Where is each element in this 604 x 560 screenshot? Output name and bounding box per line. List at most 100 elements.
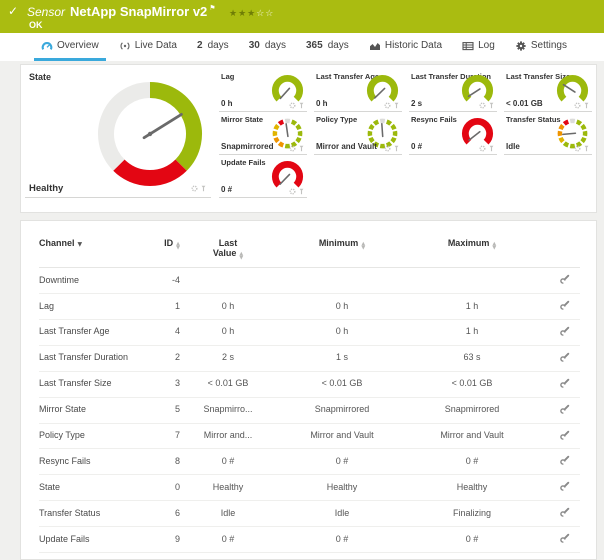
gauge-label: State [29, 72, 52, 82]
channel-maximum: 1 h [465, 300, 479, 311]
pin-icon[interactable] [298, 145, 305, 152]
channel-minimum: 1 s [335, 352, 348, 363]
pin-icon[interactable] [298, 188, 305, 195]
gauge-tile-last-transfer-age[interactable]: Last Transfer Age 0 h [314, 70, 402, 112]
tab-historic-data[interactable]: Historic Data [362, 33, 449, 61]
gauge-tile-mirror-state[interactable]: Mirror State Snapmirrored [219, 113, 307, 155]
channel-id: 5 [174, 404, 180, 415]
channel-last-value: Mirror and... [203, 430, 253, 441]
gauge-tile-update-fails[interactable]: Update Fails 0 # [219, 156, 307, 198]
tab-log[interactable]: Log [455, 33, 502, 61]
channel-last-value: Healthy [212, 481, 244, 492]
gauge-tile-transfer-status[interactable]: Transfer Status Idle [504, 113, 592, 155]
column-header-channel[interactable]: Channel ▼ [39, 233, 144, 268]
tab-overview[interactable]: Overview [34, 33, 106, 61]
gear-icon[interactable] [479, 145, 486, 152]
column-header-last-value[interactable]: Last Value ▲ ▼ [180, 233, 276, 268]
pin-icon[interactable] [298, 102, 305, 109]
channel-settings-wrench-icon[interactable] [560, 455, 570, 468]
pin-icon[interactable] [583, 102, 590, 109]
pin-icon[interactable] [393, 145, 400, 152]
channel-id: 1 [174, 300, 180, 311]
gear-icon[interactable] [289, 188, 296, 195]
gauge-label: Transfer Status [506, 115, 561, 124]
channel-settings-wrench-icon[interactable] [560, 326, 570, 339]
channel-last-value: 0 h [221, 300, 235, 311]
gear-icon[interactable] [479, 102, 486, 109]
channel-id: -4 [171, 274, 180, 285]
pin-icon[interactable] [200, 185, 207, 192]
gauge-value: Healthy [29, 183, 64, 194]
channel-minimum: 0 h [335, 326, 349, 337]
stars-empty[interactable]: ☆☆ [256, 9, 274, 19]
gauge-label: Update Fails [221, 158, 266, 167]
channel-settings-wrench-icon[interactable] [560, 533, 570, 546]
gauge-label: Resync Fails [411, 115, 457, 124]
gauge-tile-lag[interactable]: Lag 0 h [219, 70, 307, 112]
gauge-tile-last-transfer-size[interactable]: Last Transfer Size < 0.01 GB [504, 70, 592, 112]
column-header-minimum[interactable]: Minimum ▲ ▼ [276, 233, 408, 268]
gauge-value: Snapmirrored [221, 142, 274, 151]
tab-live-data[interactable]: Live Data [112, 33, 184, 61]
gauge-value: < 0.01 GB [506, 99, 543, 108]
channel-minimum: Idle [334, 507, 350, 518]
channel-maximum: Healthy [456, 481, 488, 492]
stars-filled[interactable]: ★★★ [229, 9, 256, 19]
channel-settings-wrench-icon[interactable] [560, 404, 570, 417]
channel-name: Resync Fails [39, 455, 91, 466]
channel-name: Lag [39, 300, 55, 311]
column-header-id[interactable]: ID ▲ ▼ [144, 233, 180, 268]
channel-settings-wrench-icon[interactable] [560, 507, 570, 520]
priority-stars[interactable]: ★★★☆☆ [229, 9, 274, 19]
table-row: Last Transfer Size 3 < 0.01 GB < 0.01 GB… [39, 371, 580, 398]
tab-365-days[interactable]: 365 days [299, 33, 356, 61]
channel-name: Mirror State [39, 404, 87, 415]
gear-icon[interactable] [384, 145, 391, 152]
channel-minimum: < 0.01 GB [321, 378, 363, 389]
pin-icon[interactable] [583, 145, 590, 152]
gauge-tile-state[interactable]: State Healthy [25, 70, 211, 198]
overview-gauges-panel: State Healthy Lag 0 h Last Transfer Age … [20, 64, 597, 213]
gauge-value: 0 # [221, 185, 233, 194]
channel-name: Last Transfer Size [39, 378, 112, 389]
tab-2-days[interactable]: 2 days [190, 33, 236, 61]
gear-icon[interactable] [574, 102, 581, 109]
channel-minimum: 0 # [335, 455, 349, 466]
gauge-tile-last-transfer-duration[interactable]: Last Transfer Duration 2 s [409, 70, 497, 112]
channel-last-value: Snapmirro... [203, 404, 253, 415]
gauge-tile-policy-type[interactable]: Policy Type Mirror and Vault [314, 113, 402, 155]
channel-minimum: 0 h [335, 300, 349, 311]
channel-id: 0 [174, 481, 180, 492]
column-header-maximum[interactable]: Maximum ▲ ▼ [408, 233, 536, 268]
channel-last-value: 0 h [221, 326, 235, 337]
pin-icon[interactable] [393, 102, 400, 109]
tab-settings[interactable]: Settings [508, 33, 574, 61]
pin-icon[interactable] [488, 145, 495, 152]
gear-icon[interactable] [289, 102, 296, 109]
channel-id: 9 [174, 533, 180, 544]
channel-settings-wrench-icon[interactable] [560, 300, 570, 313]
channel-settings-wrench-icon[interactable] [560, 378, 570, 391]
channel-last-value [180, 268, 276, 294]
state-donut-gauge [98, 82, 202, 186]
gear-icon[interactable] [574, 145, 581, 152]
gear-icon[interactable] [289, 145, 296, 152]
gauge-tile-resync-fails[interactable]: Resync Fails 0 # [409, 113, 497, 155]
gear-icon[interactable] [191, 185, 198, 192]
gauge-value: Idle [506, 142, 520, 151]
channel-settings-wrench-icon[interactable] [560, 274, 570, 287]
gauge-value: 0 # [411, 142, 423, 151]
channel-name: Last Transfer Age [39, 326, 110, 337]
tab-bar: Overview Live Data 2 days 30 days 365 days … [0, 33, 604, 61]
pin-icon[interactable] [488, 102, 495, 109]
table-row: Lag 1 0 h 0 h 1 h [39, 294, 580, 320]
sensor-title: NetApp SnapMirror v2 [70, 4, 208, 19]
tab-30-days[interactable]: 30 days [242, 33, 293, 61]
channel-maximum: Mirror and Vault [440, 430, 504, 441]
channel-settings-wrench-icon[interactable] [560, 430, 570, 443]
sort-icon: ▲ ▼ [492, 241, 497, 251]
gear-icon[interactable] [384, 102, 391, 109]
channel-settings-wrench-icon[interactable] [560, 481, 570, 494]
channel-settings-wrench-icon[interactable] [560, 352, 570, 365]
gauge-value: 2 s [411, 99, 423, 108]
